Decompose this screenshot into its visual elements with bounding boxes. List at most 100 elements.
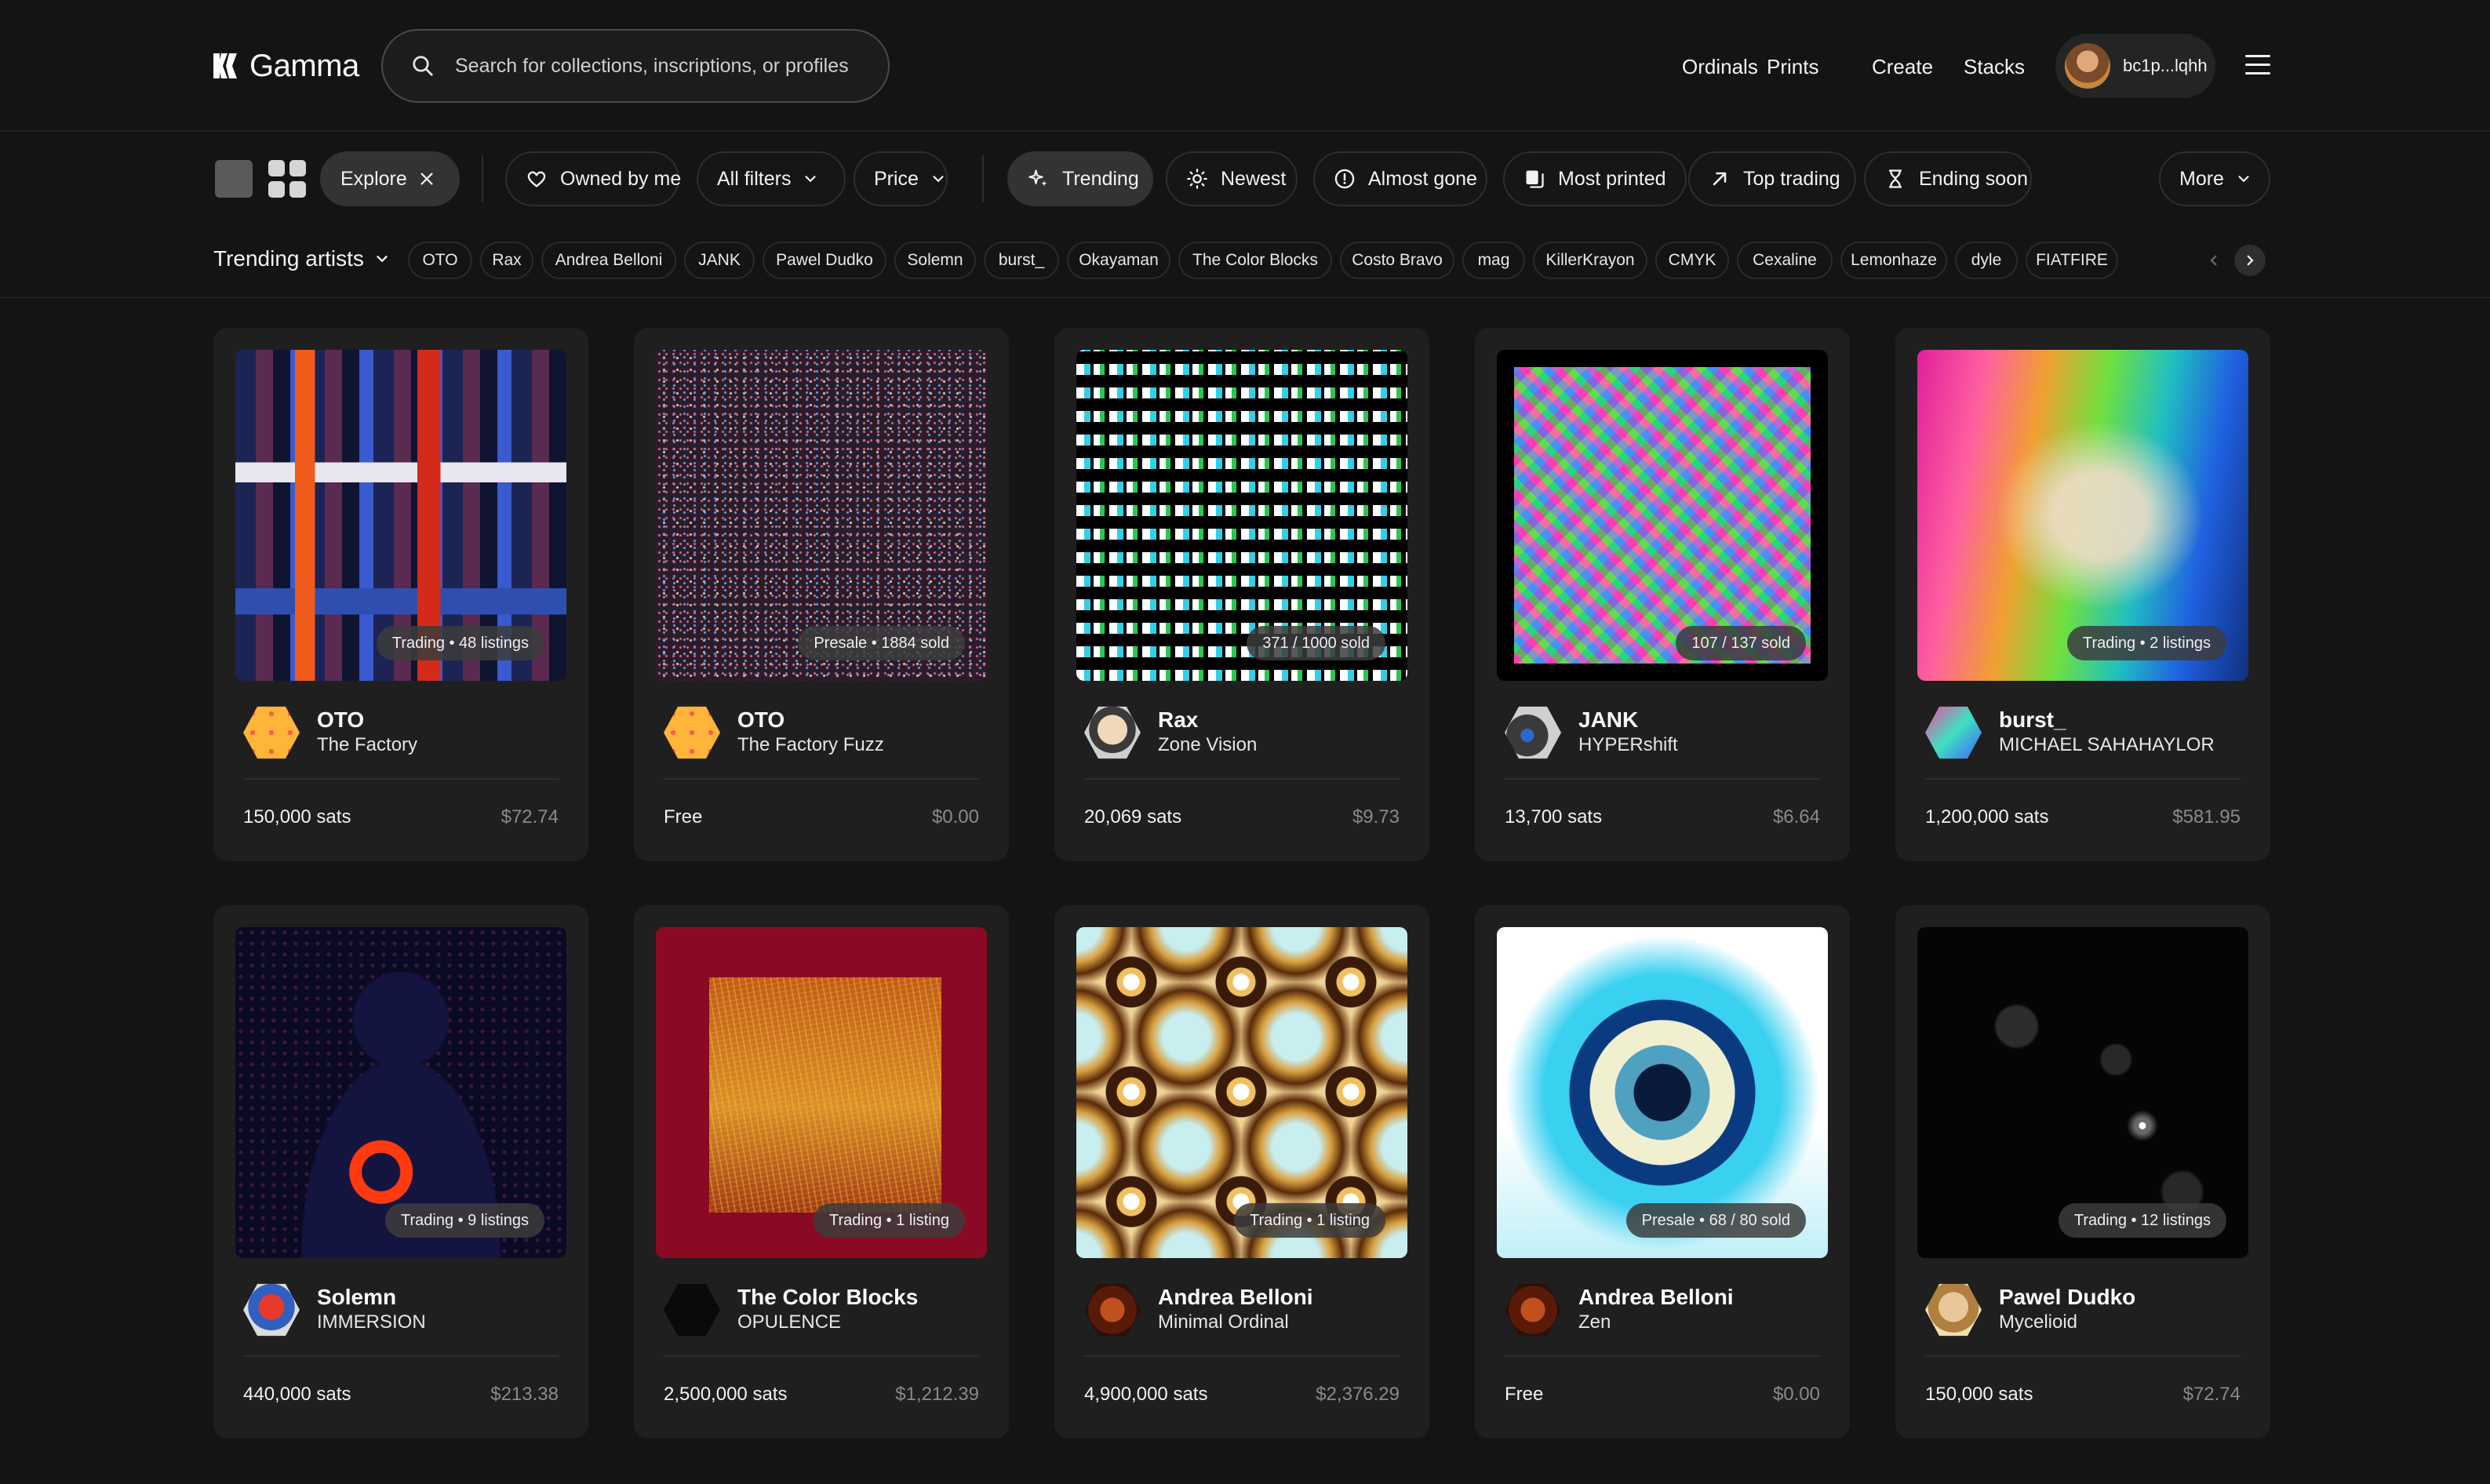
scroll-left-button[interactable] <box>2198 245 2230 276</box>
artist-chip[interactable]: Cexaline <box>1737 242 1833 279</box>
explore-chip[interactable]: Explore <box>320 151 460 206</box>
artist-name[interactable]: Pawel Dudko <box>1999 1285 2135 1310</box>
price-dropdown[interactable]: Price <box>854 151 948 206</box>
owned-by-me-filter[interactable]: Owned by me <box>505 151 682 206</box>
artist-chip[interactable]: Lemonhaze <box>1840 242 1947 279</box>
avatar <box>1925 706 1982 759</box>
artwork-pattern <box>1514 367 1811 664</box>
user-handle: bc1p...lqhh <box>2123 56 2208 75</box>
artist-name[interactable]: Rax <box>1158 707 1198 733</box>
artist-name[interactable]: Andrea Belloni <box>1578 1285 1734 1310</box>
status-badge: 107 / 137 sold <box>1676 626 1806 660</box>
collection-card[interactable]: Trading • 1 listing Andrea Belloni Minim… <box>1054 905 1429 1439</box>
nav-create[interactable]: Create <box>1872 55 1933 79</box>
collection-card[interactable]: 107 / 137 sold JANK HYPERshift 13,700 sa… <box>1475 328 1850 861</box>
collection-name: HYPERshift <box>1578 734 1678 755</box>
artist-chip[interactable]: Costo Bravo <box>1340 242 1454 279</box>
divider <box>482 155 483 202</box>
gamma-logo[interactable]: Gamma <box>212 45 359 86</box>
artwork-image[interactable]: Trading • 48 listings <box>235 350 566 681</box>
avatar <box>1505 706 1561 759</box>
nav-stacks[interactable]: Stacks <box>1964 55 2025 79</box>
search-input[interactable] <box>455 54 863 78</box>
divider <box>664 778 979 780</box>
nav-prints[interactable]: Prints <box>1767 55 1818 79</box>
almost-gone-sort[interactable]: Almost gone <box>1313 151 1487 206</box>
artwork-image[interactable]: 107 / 137 sold <box>1497 350 1828 681</box>
divider <box>243 778 559 780</box>
status-badge: 371 / 1000 sold <box>1247 626 1385 660</box>
collection-card[interactable]: Trading • 2 listings burst_ MICHAEL SAHA… <box>1895 328 2270 861</box>
explore-label: Explore <box>340 167 407 190</box>
artist-chip[interactable]: burst_ <box>984 242 1059 279</box>
more-dropdown[interactable]: More <box>2159 151 2270 206</box>
artist-name[interactable]: The Color Blocks <box>737 1285 918 1310</box>
scroll-right-button[interactable] <box>2234 245 2266 276</box>
all-filters-dropdown[interactable]: All filters <box>697 151 846 206</box>
artist-chip[interactable]: KillerKrayon <box>1533 242 1647 279</box>
status-badge: Trading • 1 listing <box>1234 1203 1385 1238</box>
artwork-image[interactable]: Trading • 2 listings <box>1917 350 2248 681</box>
artist-name[interactable]: burst_ <box>1999 707 2066 733</box>
user-profile-button[interactable]: bc1p...lqhh <box>2055 34 2215 98</box>
artwork-image[interactable]: Trading • 12 listings <box>1917 927 2248 1258</box>
artist-chip[interactable]: OTO <box>408 242 472 279</box>
artist-chip[interactable]: FIATFIRE <box>2026 242 2118 279</box>
artist-chip[interactable]: Andrea Belloni <box>541 242 676 279</box>
trending-sort[interactable]: Trending <box>1007 151 1153 206</box>
status-badge: Trading • 12 listings <box>2058 1203 2226 1238</box>
collection-card[interactable]: Trading • 9 listings Solemn IMMERSION 44… <box>213 905 588 1439</box>
trending-artists-dropdown[interactable]: Trending artists <box>213 246 391 271</box>
owned-by-me-label: Owned by me <box>560 167 682 190</box>
artwork-image[interactable]: Trading • 1 listing <box>656 927 987 1258</box>
search-bar[interactable] <box>381 29 890 103</box>
collection-name: MICHAEL SAHAHAYLOR <box>1999 734 2215 755</box>
artist-chip[interactable]: CMYK <box>1655 242 1729 279</box>
newest-sort[interactable]: Newest <box>1166 151 1298 206</box>
artwork-image[interactable]: Trading • 9 listings <box>235 927 566 1258</box>
avatar <box>243 1283 300 1337</box>
grid-view-toggle[interactable] <box>268 160 306 198</box>
artist-chip[interactable]: mag <box>1462 242 1525 279</box>
artist-chip[interactable]: The Color Blocks <box>1178 242 1332 279</box>
collection-card[interactable]: Trading • 12 listings Pawel Dudko Myceli… <box>1895 905 2270 1439</box>
more-label: More <box>2179 167 2224 190</box>
most-printed-sort[interactable]: Most printed <box>1503 151 1687 206</box>
ending-soon-sort[interactable]: Ending soon <box>1864 151 2032 206</box>
price-sats: 150,000 sats <box>1925 1384 2033 1405</box>
collection-card[interactable]: 371 / 1000 sold Rax Zone Vision 20,069 s… <box>1054 328 1429 861</box>
artist-chip[interactable]: Okayaman <box>1067 242 1170 279</box>
artist-name[interactable]: Solemn <box>317 1285 396 1310</box>
artist-name[interactable]: OTO <box>317 707 364 733</box>
artist-name[interactable]: OTO <box>737 707 784 733</box>
collection-name: IMMERSION <box>317 1311 426 1333</box>
collection-card[interactable]: Presale • 68 / 80 sold Andrea Belloni Ze… <box>1475 905 1850 1439</box>
artwork-image[interactable]: Trading • 1 listing <box>1076 927 1407 1258</box>
artist-name[interactable]: JANK <box>1578 707 1638 733</box>
chevron-down-icon <box>933 176 944 183</box>
collection-card[interactable]: Trading • 1 listing The Color Blocks OPU… <box>634 905 1009 1439</box>
artist-chip[interactable]: JANK <box>684 242 755 279</box>
artwork-image[interactable]: Presale • 1884 sold <box>656 350 987 681</box>
single-view-toggle[interactable] <box>215 160 253 198</box>
price-sats: Free <box>1505 1384 1544 1405</box>
price-label: Price <box>874 167 919 190</box>
close-icon[interactable] <box>418 170 435 187</box>
artist-chip[interactable]: dyle <box>1955 242 2018 279</box>
artist-name[interactable]: Andrea Belloni <box>1158 1285 1313 1310</box>
artist-chip[interactable]: Rax <box>480 242 533 279</box>
heart-icon <box>527 171 546 187</box>
price-usd: $0.00 <box>931 806 979 827</box>
hamburger-menu-icon[interactable] <box>2245 55 2270 77</box>
artist-chip[interactable]: Solemn <box>894 242 976 279</box>
chevron-right-icon <box>2247 255 2254 266</box>
collection-card[interactable]: Trading • 48 listings OTO The Factory 15… <box>213 328 588 861</box>
artwork-image[interactable]: Presale • 68 / 80 sold <box>1497 927 1828 1258</box>
nav-ordinals[interactable]: Ordinals <box>1682 55 1758 79</box>
artwork-image[interactable]: 371 / 1000 sold <box>1076 350 1407 681</box>
top-trading-sort[interactable]: Top trading <box>1688 151 1856 206</box>
gamma-logo-icon <box>213 53 237 78</box>
collection-card[interactable]: Presale • 1884 sold OTO The Factory Fuzz… <box>634 328 1009 861</box>
status-badge: Trading • 48 listings <box>376 626 544 660</box>
artist-chip[interactable]: Pawel Dudko <box>763 242 886 279</box>
